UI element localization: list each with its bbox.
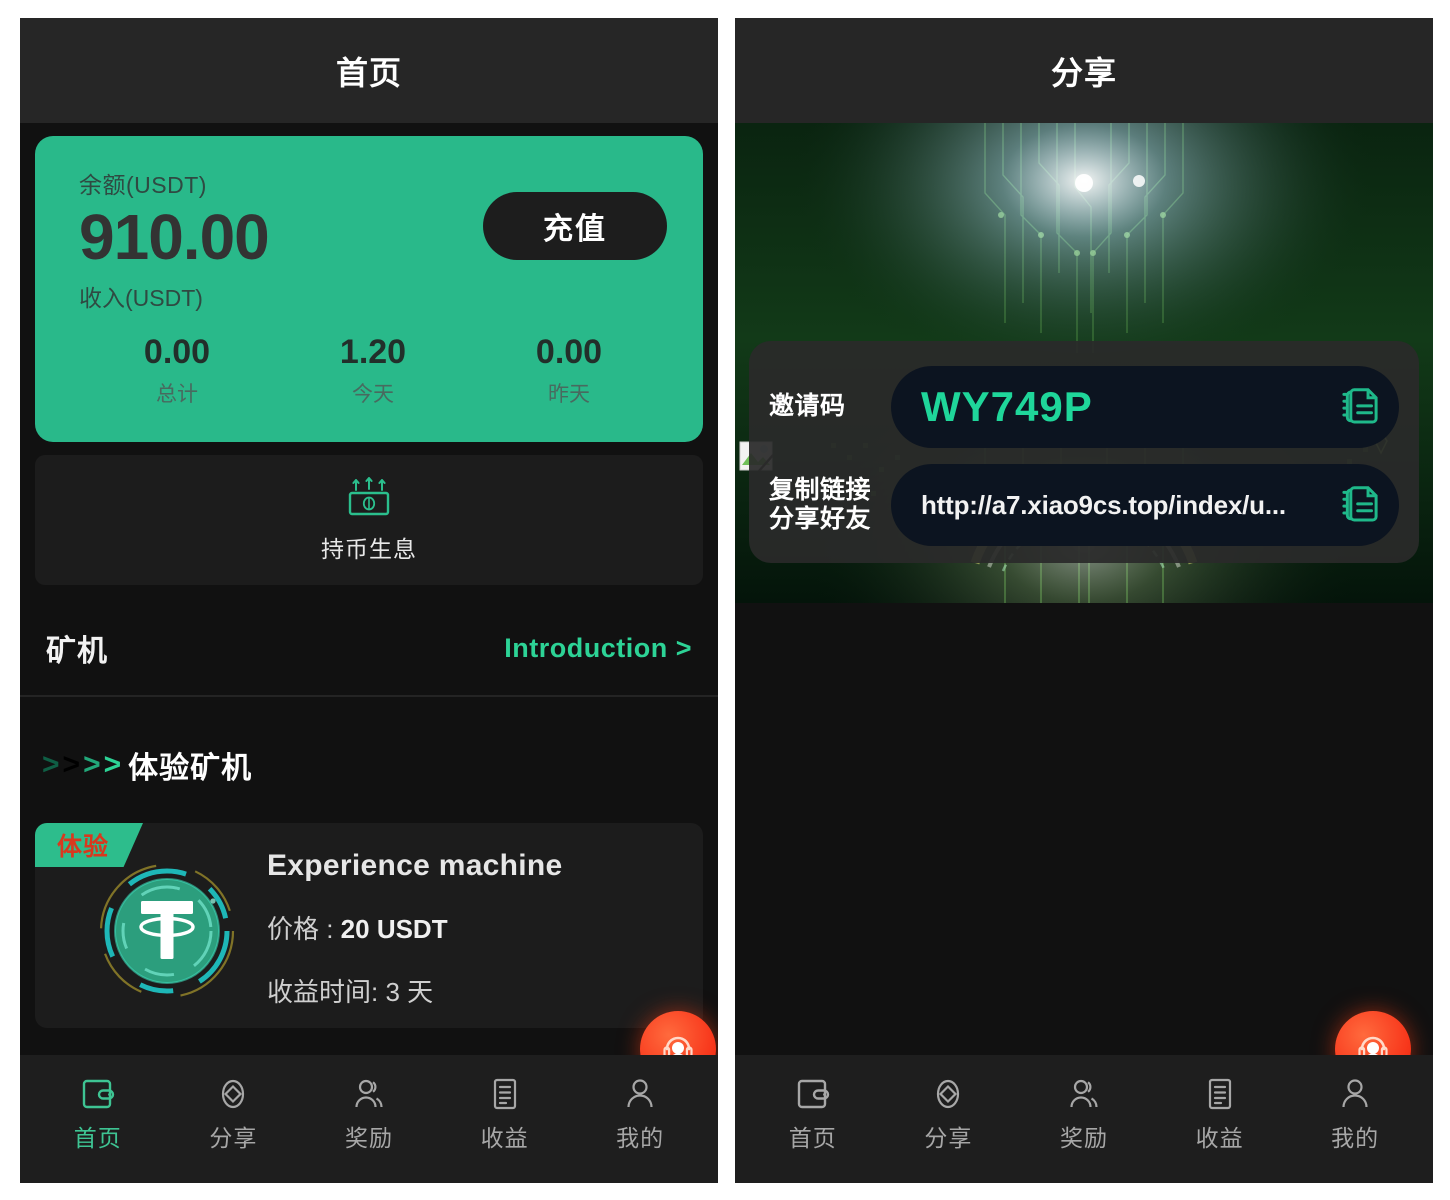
person-icon (627, 1078, 653, 1107)
diamond-icon (222, 1079, 245, 1108)
share-tab-bar: 首页 分享 奖励 收益 我的 (735, 1055, 1433, 1183)
machine-duration-value: 3 天 (385, 977, 434, 1007)
tab-label: 收益 (480, 1124, 529, 1151)
share-title-bar: 分享 (735, 18, 1433, 123)
machine-card[interactable]: 体验 Experience machine 价格: 20 USDT 收益时间:… (35, 823, 703, 1028)
tab-share[interactable]: 分享 (881, 1078, 1017, 1153)
stat-value: 0.00 (535, 333, 603, 371)
document-icon (1208, 1078, 1231, 1109)
stake-interest-label: 持币生息 (321, 536, 417, 562)
chevron-right-icon: > (83, 748, 101, 781)
tab-label: 分享 (209, 1124, 258, 1151)
stat-value: 1.20 (339, 333, 407, 371)
invite-code-value: WY749P (921, 383, 1093, 430)
tab-earnings[interactable]: 收益 (437, 1078, 573, 1153)
machine-info: Experience machine 价格 : 20 USDT 收益时间: 3 … (267, 849, 563, 1009)
tab-home[interactable]: 首页 (745, 1078, 881, 1153)
tab-label: 我的 (1331, 1124, 1380, 1151)
stake-interest-tile[interactable]: 持币生息 (35, 455, 703, 585)
stat-caption: 今天 (352, 383, 394, 406)
invite-code-label: 邀请码 (769, 392, 846, 421)
experience-group-heading: > > > > 体验矿机 (42, 743, 252, 787)
stat-value: 0.00 (143, 333, 211, 371)
tab-label: 奖励 (344, 1124, 393, 1151)
tab-share[interactable]: 分享 (166, 1078, 302, 1153)
home-tab-bar: 首页 分享 奖励 收益 我的 (20, 1055, 718, 1183)
usdt-coin-icon (97, 861, 237, 1001)
tab-profile[interactable]: 我的 (1287, 1078, 1423, 1153)
share-info-card: 邀请码 WY749P 复制链接 分享好友 http://a7.xiao9cs.t… (749, 341, 1419, 563)
invite-code-row: 邀请码 WY749P (769, 363, 1399, 451)
income-stat-total: 0.00 总计 (79, 333, 275, 408)
wallet-icon (797, 1079, 829, 1108)
person-icon (1342, 1078, 1368, 1107)
machine-price-value: 20 USDT (340, 914, 448, 944)
income-label: 收入(USDT) (79, 285, 203, 312)
topup-button[interactable]: 充值 (483, 192, 667, 260)
tab-label: 首页 (73, 1124, 122, 1151)
diamond-icon (937, 1079, 960, 1108)
home-screen-panel: 首页 余额(USDT) 910.00 收入(USDT) 充值 0.00 总计 1… (20, 18, 718, 1183)
people-icon (355, 1079, 383, 1107)
tab-label: 分享 (924, 1124, 973, 1151)
share-link-label: 复制链接 分享好友 (769, 476, 891, 535)
share-link-row: 复制链接 分享好友 http://a7.xiao9cs.top/index/u.… (769, 461, 1399, 549)
income-stat-today: 1.20 今天 (275, 333, 471, 408)
tab-label: 我的 (616, 1124, 665, 1151)
balance-card: 余额(USDT) 910.00 收入(USDT) 充值 0.00 总计 1.20… (35, 136, 703, 442)
money-growth-icon (348, 477, 390, 516)
invite-code-field: WY749P (891, 366, 1399, 448)
share-body: 邀请码 WY749P 复制链接 分享好友 http://a7.xiao9cs.t… (735, 123, 1433, 1055)
miner-section-header: 矿机 Introduction > (20, 601, 718, 697)
chevron-right-icon: > (42, 748, 60, 781)
wallet-icon (82, 1079, 114, 1108)
share-link-value: http://a7.xiao9cs.top/index/u... (921, 489, 1286, 520)
machine-price: 价格 : 20 USDT (267, 909, 563, 946)
tab-profile[interactable]: 我的 (572, 1078, 708, 1153)
stat-caption: 昨天 (548, 383, 590, 406)
tab-rewards[interactable]: 奖励 (1016, 1078, 1152, 1153)
stat-caption: 总计 (156, 383, 198, 406)
experience-group-title: 体验矿机 (128, 752, 253, 785)
document-icon (493, 1078, 516, 1109)
customer-service-icon (1358, 1036, 1388, 1055)
tab-home[interactable]: 首页 (30, 1078, 166, 1153)
share-link-label-line2: 分享好友 (769, 505, 872, 533)
machine-price-label: 价格 : (267, 914, 341, 944)
page-title: 首页 (335, 54, 402, 91)
income-stats-row: 0.00 总计 1.20 今天 0.00 昨天 (79, 333, 667, 408)
machine-duration-label: 收益时间: (267, 977, 386, 1007)
home-title-bar: 首页 (20, 18, 718, 123)
tab-label: 奖励 (1059, 1124, 1108, 1151)
page-title: 分享 (1050, 54, 1117, 91)
machine-name: Experience machine (267, 849, 563, 882)
customer-service-icon (663, 1036, 693, 1055)
share-screen-panel: 分享 邀请码 WY749P 复制链接 分享好友 http://a7.xiao9c… (735, 18, 1433, 1183)
copy-icon[interactable] (1337, 482, 1383, 528)
copy-icon[interactable] (1337, 384, 1383, 430)
introduction-link[interactable]: Introduction > (504, 633, 692, 664)
screenshot-stage: 首页 余额(USDT) 910.00 收入(USDT) 充值 0.00 总计 1… (0, 0, 1450, 1200)
chevron-right-icon: > (103, 748, 122, 781)
people-icon (1070, 1079, 1098, 1107)
miner-section-title: 矿机 (46, 635, 108, 668)
tab-rewards[interactable]: 奖励 (301, 1078, 437, 1153)
chevron-right-icon: > (62, 748, 81, 781)
tab-label: 收益 (1195, 1124, 1244, 1151)
home-body: 余额(USDT) 910.00 收入(USDT) 充值 0.00 总计 1.20… (20, 123, 718, 1055)
share-link-field: http://a7.xiao9cs.top/index/u... (891, 464, 1399, 546)
tab-earnings[interactable]: 收益 (1152, 1078, 1288, 1153)
machine-duration: 收益时间: 3 天 (267, 972, 563, 1009)
share-link-label-line1: 复制链接 (769, 475, 872, 504)
income-stat-yesterday: 0.00 昨天 (471, 333, 667, 408)
customer-service-button[interactable] (1335, 1011, 1411, 1055)
tab-label: 首页 (788, 1124, 837, 1151)
